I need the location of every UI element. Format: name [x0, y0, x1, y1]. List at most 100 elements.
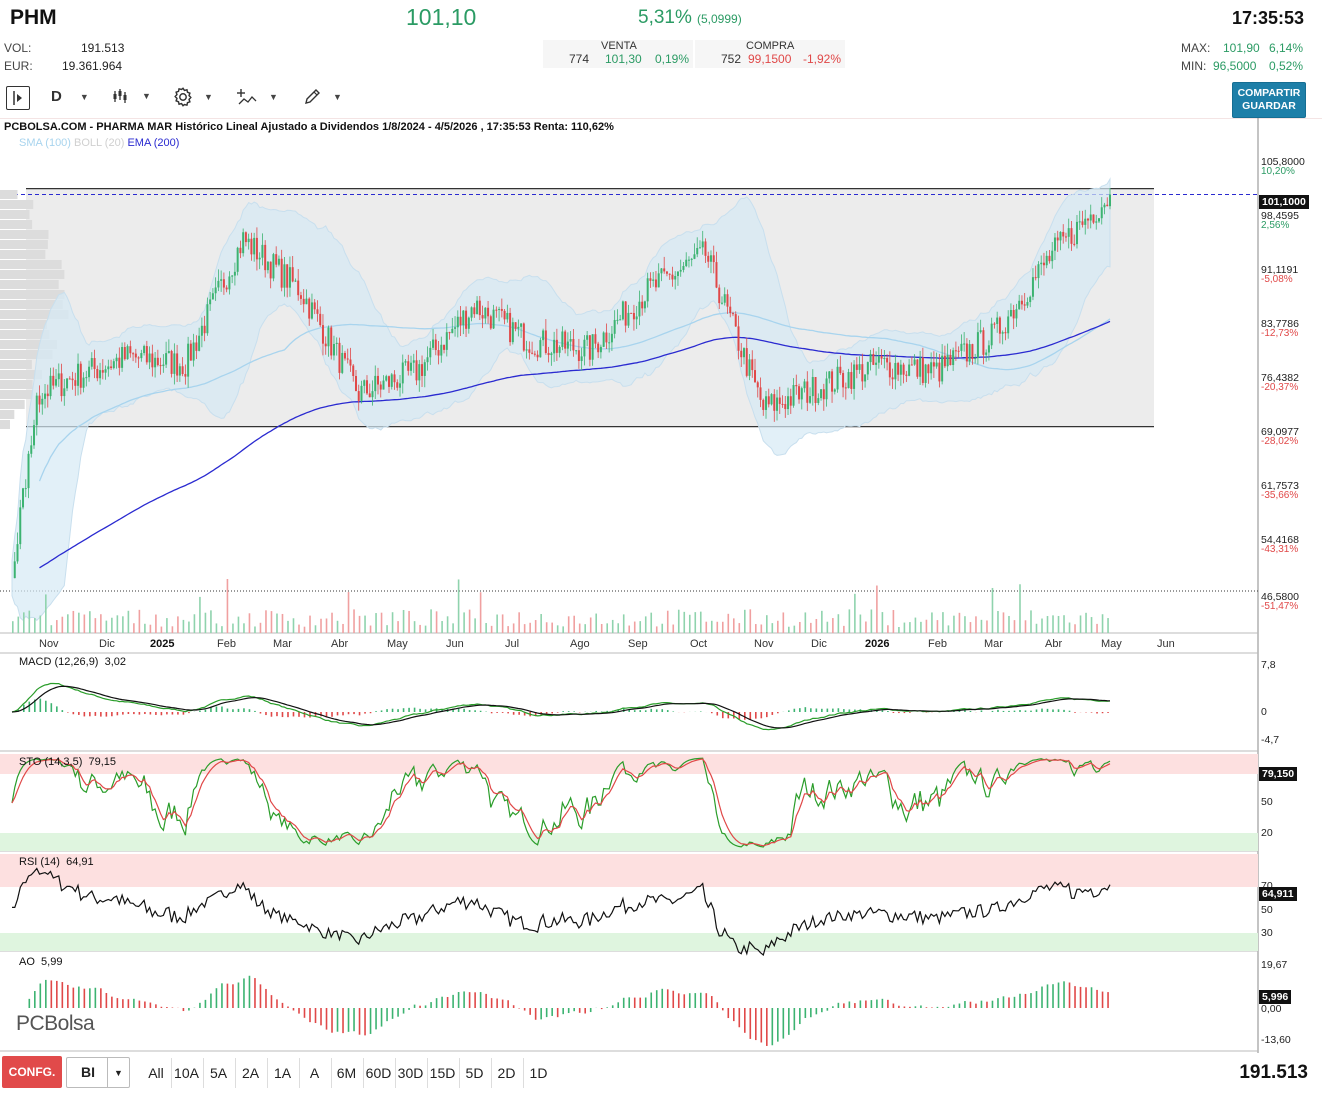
- candle-body: [200, 325, 203, 336]
- ao-histogram-bar: [832, 1006, 834, 1008]
- candle-body: [528, 349, 531, 353]
- panel-toggle-icon: [13, 91, 22, 105]
- candle-body: [998, 317, 1001, 334]
- ao-histogram-bar: [397, 1008, 399, 1017]
- macd-histogram-bar: [1024, 710, 1027, 712]
- volume-bar: [446, 616, 449, 633]
- range-button[interactable]: 15D: [427, 1058, 457, 1088]
- candle-body: [935, 362, 938, 367]
- candle-body: [624, 301, 627, 326]
- chart-mode-select[interactable]: BI ▼: [66, 1057, 130, 1088]
- range-button[interactable]: 5D: [459, 1058, 489, 1088]
- volume-bar: [920, 621, 922, 633]
- volume-profile-bar: [0, 190, 18, 199]
- candle-body: [787, 396, 790, 410]
- sto-title: STO (14,3,5) 79,15: [19, 756, 116, 768]
- candle-body: [866, 362, 869, 375]
- macd-histogram-bar: [573, 711, 575, 712]
- range-button[interactable]: All: [141, 1058, 171, 1088]
- volume-bar: [821, 610, 823, 633]
- candle-body: [365, 380, 368, 394]
- period-dropdown[interactable]: D ▼: [51, 88, 89, 105]
- candle-body: [905, 374, 908, 376]
- candle-body: [275, 254, 278, 265]
- ao-histogram-bar: [958, 1003, 961, 1008]
- ao-histogram-bar: [325, 1008, 328, 1030]
- range-button[interactable]: 6M: [331, 1058, 361, 1088]
- range-button[interactable]: A: [299, 1058, 329, 1088]
- ao-histogram-bar: [1052, 984, 1054, 1008]
- ao-histogram-bar: [265, 988, 267, 1008]
- chart-canvas[interactable]: [0, 118, 1322, 1054]
- macd-histogram-bar: [903, 712, 906, 714]
- candle-body: [1053, 237, 1056, 251]
- macd-histogram-bar: [342, 712, 344, 716]
- macd-value: 3,02: [104, 656, 127, 668]
- ao-histogram-bar: [364, 1008, 366, 1036]
- candle-body: [305, 298, 308, 305]
- candle-body: [597, 343, 600, 353]
- ao-histogram-bar: [975, 1003, 977, 1008]
- range-button[interactable]: 2A: [235, 1058, 265, 1088]
- candle-body: [151, 353, 154, 368]
- volume-bar: [347, 592, 350, 633]
- candle-body: [731, 313, 734, 315]
- volume-bar: [28, 610, 31, 633]
- range-button[interactable]: 10A: [171, 1058, 201, 1088]
- candle-body: [121, 347, 124, 368]
- macd-histogram-bar: [111, 712, 113, 717]
- ao-histogram-bar: [980, 1000, 983, 1008]
- range-button[interactable]: 30D: [395, 1058, 425, 1088]
- range-button[interactable]: 5A: [203, 1058, 233, 1088]
- drawing-tools-dropdown[interactable]: ▼: [303, 88, 342, 106]
- range-button[interactable]: 1A: [267, 1058, 297, 1088]
- candle-body: [1001, 332, 1004, 334]
- settings-dropdown[interactable]: ▼: [172, 86, 213, 108]
- candle-body: [1015, 309, 1018, 319]
- volume-bar: [843, 625, 845, 633]
- panel-toggle-button[interactable]: [6, 86, 30, 110]
- volume-bar: [138, 609, 141, 633]
- range-button[interactable]: 60D: [363, 1058, 393, 1088]
- ao-histogram-bar: [710, 996, 713, 1008]
- volume-bar: [1030, 610, 1032, 633]
- macd-histogram-bar: [826, 708, 829, 712]
- candle-body: [382, 380, 385, 390]
- eur-label: EUR:: [4, 59, 33, 73]
- macd-histogram-bar: [100, 712, 102, 717]
- candle-body: [1086, 218, 1089, 221]
- volume-profile-bar: [0, 260, 62, 269]
- macd-histogram-bar: [28, 701, 31, 712]
- macd-histogram-bar: [56, 706, 58, 712]
- volume-bar: [573, 615, 575, 633]
- candle-body: [489, 316, 492, 329]
- share-save-button[interactable]: COMPARTIR GUARDAR: [1232, 82, 1306, 118]
- candle-body: [943, 355, 946, 367]
- candle-body: [313, 302, 316, 310]
- range-button[interactable]: 1D: [523, 1058, 553, 1088]
- config-button[interactable]: CONFG.: [2, 1056, 62, 1088]
- volume-bar: [529, 622, 531, 633]
- candle-body: [968, 344, 971, 362]
- ao-histogram-bar: [1024, 993, 1027, 1008]
- ao-histogram-bar: [628, 997, 631, 1008]
- ao-histogram-bar: [34, 991, 36, 1008]
- candle-body: [393, 374, 396, 383]
- candle-body: [1009, 309, 1012, 317]
- volume-bar: [193, 614, 196, 633]
- chart-type-dropdown[interactable]: ▼: [112, 88, 151, 104]
- candle-body: [544, 330, 547, 353]
- chart-legend: SMA (100) BOLL (20) EMA (200): [19, 137, 179, 149]
- volume-bar: [507, 626, 509, 633]
- ao-histogram-bar: [573, 1008, 575, 1012]
- volume-bar: [111, 617, 113, 633]
- candle-body: [421, 364, 424, 376]
- volume-bar: [94, 618, 97, 633]
- candle-body: [971, 344, 974, 359]
- range-button[interactable]: 2D: [491, 1058, 521, 1088]
- candle-body: [261, 244, 264, 258]
- sto-name: STO (14,3,5): [19, 756, 83, 768]
- candle-body: [487, 307, 490, 317]
- indicators-dropdown[interactable]: ▼: [237, 88, 278, 106]
- candle-body: [985, 352, 988, 355]
